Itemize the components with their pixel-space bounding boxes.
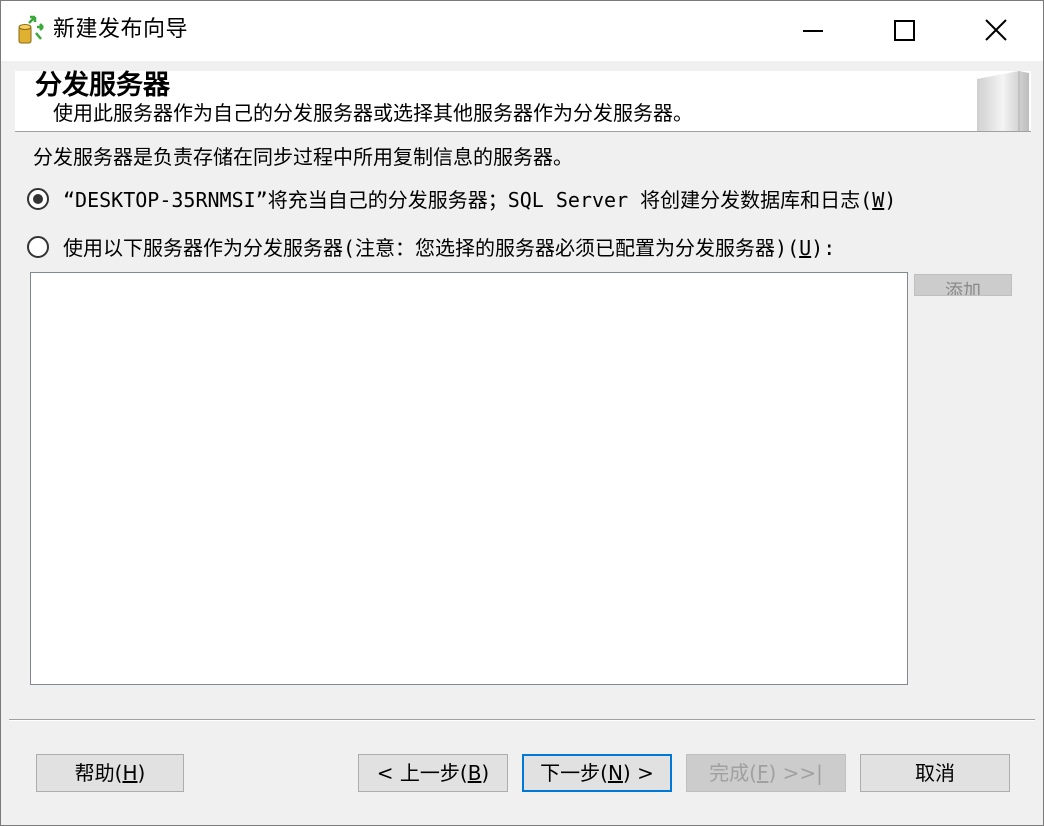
maximize-button[interactable] <box>859 1 951 61</box>
wizard-book-icon <box>973 71 1031 131</box>
distributor-server-list[interactable] <box>30 272 908 685</box>
other-distributor-label[interactable]: 使用以下服务器作为分发服务器(注意：您选择的服务器必须已配置为分发服务器)(U)… <box>63 234 835 262</box>
page-subtitle: 使用此服务器作为自己的分发服务器或选择其他服务器作为分发服务器。 <box>53 101 693 125</box>
self-distributor-label[interactable]: “DESKTOP-35RNMSI”将充当自己的分发服务器；SQL Server … <box>63 186 896 214</box>
publication-wizard-icon <box>15 13 47 47</box>
finish-button[interactable]: 完成(F) >>| <box>686 754 846 792</box>
page-description: 分发服务器是负责存储在同步过程中所用复制信息的服务器。 <box>33 145 573 169</box>
self-distributor-radio[interactable] <box>27 188 49 210</box>
wizard-window: 新建发布向导 分发服务器 使用此服务器作为自己的分发服务器或选择其他服务器作为分… <box>0 0 1044 826</box>
add-server-button[interactable]: 添加 <box>914 274 1012 296</box>
next-button[interactable]: 下一步(N) > <box>522 754 672 792</box>
close-button[interactable] <box>951 1 1043 61</box>
other-distributor-radio[interactable] <box>27 236 49 258</box>
minimize-button[interactable] <box>767 1 859 61</box>
back-button[interactable]: < 上一步(B) <box>358 754 508 792</box>
page-title: 分发服务器 <box>35 70 170 101</box>
cancel-button[interactable]: 取消 <box>860 754 1010 792</box>
footer-divider <box>9 719 1035 721</box>
help-button[interactable]: 帮助(H) <box>36 754 184 792</box>
close-icon <box>985 19 1007 41</box>
page-header: 分发服务器 使用此服务器作为自己的分发服务器或选择其他服务器作为分发服务器。 <box>15 70 1031 132</box>
title-bar[interactable]: 新建发布向导 <box>1 1 1043 61</box>
window-title: 新建发布向导 <box>53 17 189 42</box>
